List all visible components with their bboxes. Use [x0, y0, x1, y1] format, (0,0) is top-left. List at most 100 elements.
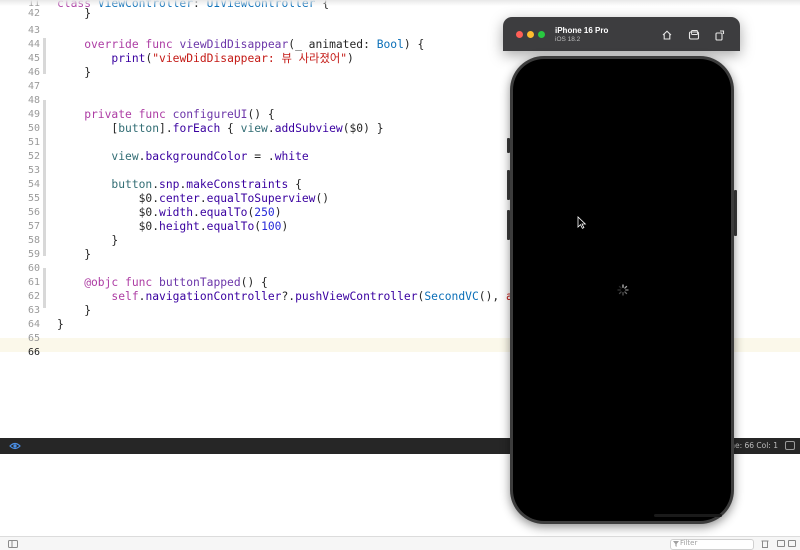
code-line[interactable]: [button].forEach { view.addSubview($0) }	[57, 122, 384, 136]
code-token: ) {	[403, 38, 425, 51]
code-token: 100	[261, 220, 282, 233]
code-token: view	[240, 122, 268, 135]
code-token: )	[274, 206, 282, 219]
code-token: $0.	[57, 220, 160, 233]
split-view-icon[interactable]	[777, 540, 785, 547]
code-token: height	[159, 220, 200, 233]
code-line[interactable]: view.backgroundColor = .white	[57, 150, 308, 164]
code-token: .	[199, 220, 207, 233]
zoom-window-button[interactable]	[538, 31, 545, 38]
code-token: center	[159, 192, 200, 205]
side-button[interactable]	[734, 190, 737, 236]
code-token: print	[111, 52, 146, 65]
device-name: iPhone 16 Pro	[555, 26, 609, 35]
code-token: ($0) }	[342, 122, 384, 135]
console-filter-input[interactable]: Filter	[670, 539, 754, 550]
line-number: 57	[27, 221, 40, 232]
code-token: @objc	[57, 276, 126, 289]
code-token: $0.	[57, 206, 160, 219]
code-token: backgroundColor	[145, 150, 248, 163]
code-token: ?.	[281, 290, 296, 303]
sticky-header-shadow	[0, 0, 800, 6]
code-token: "viewDidDisappear: 뷰 사라졌어"	[152, 52, 348, 65]
simulator-title-bar[interactable]: iPhone 16 Pro iOS 18.2	[503, 17, 740, 51]
trash-icon[interactable]	[761, 539, 769, 548]
home-icon[interactable]	[661, 29, 673, 41]
code-token: func	[145, 38, 180, 51]
code-token: .	[267, 122, 275, 135]
close-window-button[interactable]	[516, 31, 523, 38]
code-token: }	[57, 248, 92, 261]
line-number: 49	[27, 109, 40, 120]
line-number: 56	[27, 207, 40, 218]
code-token: addSubview	[274, 122, 343, 135]
console-bottom-bar: Filter	[0, 536, 800, 550]
code-line[interactable]: $0.height.equalTo(100)	[57, 220, 289, 234]
change-bar	[43, 268, 46, 308]
code-token: view	[111, 150, 139, 163]
code-line[interactable]: button.snp.makeConstraints {	[57, 178, 301, 192]
code-line[interactable]: override func viewDidDisappear(_ animate…	[57, 38, 424, 52]
code-token: snp	[159, 178, 180, 191]
code-line[interactable]: }	[57, 304, 91, 318]
code-token: () {	[247, 108, 275, 121]
code-line[interactable]: self.navigationController?.pushViewContr…	[57, 290, 560, 304]
line-number: 54	[27, 179, 40, 190]
code-token: equalTo	[199, 206, 248, 219]
code-token: ].	[159, 122, 173, 135]
code-token: Bool	[376, 38, 404, 51]
code-line[interactable]: }	[57, 318, 64, 332]
single-view-icon[interactable]	[788, 540, 796, 547]
code-token: {	[220, 122, 241, 135]
change-bar	[43, 38, 46, 74]
line-number: 59	[27, 249, 40, 260]
code-token: configureUI	[172, 108, 248, 121]
code-line[interactable]: $0.width.equalTo(250)	[57, 206, 282, 220]
code-token: }	[57, 234, 119, 247]
screenshot-icon[interactable]	[688, 29, 700, 41]
code-token: () {	[240, 276, 268, 289]
code-line[interactable]: private func configureUI() {	[57, 108, 275, 122]
minimize-window-button[interactable]	[527, 31, 534, 38]
code-token: navigationController	[145, 290, 282, 303]
code-token: $0.	[57, 192, 160, 205]
code-token: button	[111, 178, 153, 191]
rotate-icon[interactable]	[714, 29, 726, 41]
console-scope-icon[interactable]	[8, 540, 18, 548]
code-token: viewDidDisappear	[179, 38, 289, 51]
line-number: 45	[27, 53, 40, 64]
code-line[interactable]: }	[57, 7, 91, 21]
code-token: override	[57, 38, 146, 51]
line-number: 51	[27, 137, 40, 148]
code-token: private	[57, 108, 139, 121]
code-token: button	[118, 122, 160, 135]
code-line[interactable]: $0.center.equalToSuperview()	[57, 192, 329, 206]
line-number: 63	[27, 305, 40, 316]
code-token: [	[57, 122, 119, 135]
line-number: 66	[27, 347, 40, 358]
eye-icon[interactable]	[9, 441, 21, 451]
panel-toggle-icon[interactable]	[785, 441, 795, 450]
code-line[interactable]: @objc func buttonTapped() {	[57, 276, 268, 290]
code-token: func	[125, 276, 160, 289]
line-number: 42	[27, 8, 40, 19]
code-line[interactable]: }	[57, 248, 91, 262]
code-token: width	[159, 206, 194, 219]
line-number: 43	[27, 25, 40, 36]
code-token: ()	[315, 192, 330, 205]
code-line[interactable]: }	[57, 66, 91, 80]
line-number: 44	[27, 39, 40, 50]
line-number: 47	[27, 81, 40, 92]
line-number: 53	[27, 165, 40, 176]
code-line[interactable]: print("viewDidDisappear: 뷰 사라졌어")	[57, 52, 354, 66]
code-token: )	[347, 52, 354, 65]
code-token: .	[199, 192, 207, 205]
line-number: 52	[27, 151, 40, 162]
code-token: makeConstraints	[186, 178, 289, 191]
code-token: func	[138, 108, 173, 121]
code-line[interactable]: }	[57, 234, 118, 248]
